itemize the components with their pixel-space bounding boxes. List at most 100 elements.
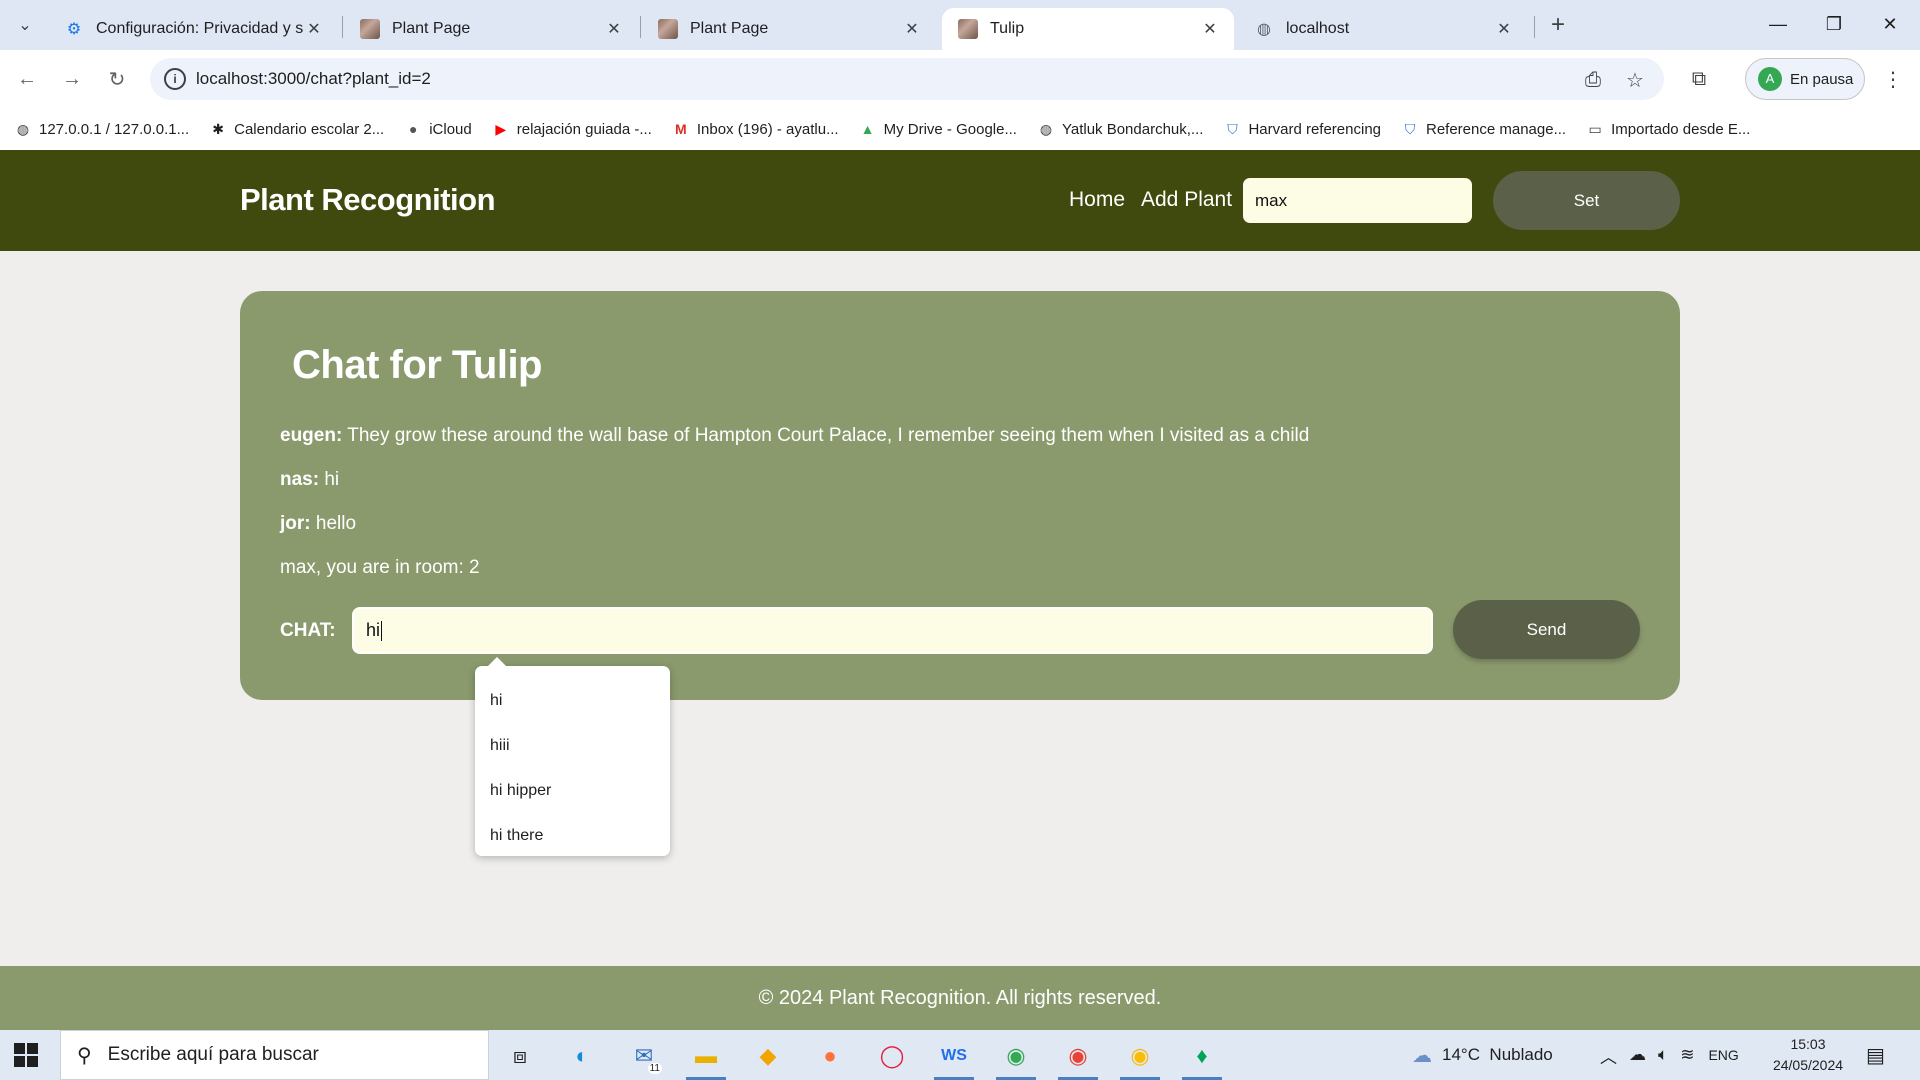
nav-link-add-plant[interactable]: Add Plant [1141,188,1232,212]
chevron-up-icon[interactable]: ︿ [1600,1043,1617,1068]
globe-icon: ◍ [1257,21,1271,38]
text-caret [381,621,383,642]
send-button[interactable]: Send [1453,600,1640,659]
chat-input-label: CHAT: [280,620,336,641]
bookmark-label: Yatluk Bondarchuk,... [1061,120,1204,138]
nav-link-home[interactable]: Home [1069,188,1125,212]
close-icon[interactable]: ✕ [604,19,624,39]
site-header: Plant Recognition Home Add Plant Set [0,150,1920,251]
message-text: hi [319,469,340,490]
chat-title: Chat for Tulip [292,343,543,387]
clock[interactable]: 15:03 24/05/2024 [1768,1034,1848,1076]
onedrive-cloud-icon[interactable]: ☁ [1629,1045,1646,1065]
avatar: A [1758,67,1782,91]
message-text: They grow these around the wall base of … [342,425,1310,446]
bookmark-item[interactable]: ✱ Calendario escolar 2... [209,120,384,138]
autocomplete-option[interactable]: hi hipper [475,768,670,813]
tab-title: Tulip [990,20,1025,37]
bookmark-item[interactable]: ● iCloud [404,120,472,138]
brand-title[interactable]: Plant Recognition [240,182,496,218]
weather-widget[interactable]: ☁ 14°C Nublado [1412,1030,1553,1080]
address-url[interactable]: localhost:3000/chat?plant_id=2 [196,69,431,89]
new-tab-plus-icon[interactable]: + [1543,10,1573,40]
bookmark-item[interactable]: M Inbox (196) - ayatlu... [672,120,839,138]
browser-tab-strip: ⌄ ⚙ Configuración: Privacidad y seg ✕ Pl… [0,0,1920,50]
window-close-icon[interactable]: ✕ [1862,0,1918,48]
profile-button[interactable]: A En pausa [1745,58,1865,100]
kebab-menu-icon[interactable]: ⋮ [1876,62,1910,96]
tab-settings[interactable]: ⚙ Configuración: Privacidad y seg ✕ [48,8,338,50]
tab-plant-page-1[interactable]: Plant Page ✕ [344,8,638,50]
notification-icon[interactable]: ▤ [1866,1030,1885,1080]
firefox-icon[interactable]: ● [804,1036,856,1076]
file-explorer-icon[interactable]: ▬ [680,1036,732,1080]
close-icon[interactable]: ✕ [304,19,324,39]
taskbar-search-box[interactable]: ⚲ Escribe aquí para buscar [60,1030,489,1080]
bookmark-item[interactable]: ▲ My Drive - Google... [859,120,1017,138]
mail-icon[interactable]: ✉ 11 [618,1036,670,1076]
edge-icon[interactable]: ◐ [556,1036,608,1076]
room-notice: max, you are in room: 2 [280,557,480,578]
profile-status: En pausa [1790,70,1854,88]
taskbar-search-placeholder: Escribe aquí para buscar [107,1044,319,1065]
chrome-icon[interactable]: ◉ [990,1036,1042,1080]
plant-image-icon [958,19,978,39]
minimize-icon[interactable]: — [1750,0,1806,48]
globe-icon: ◍ [1039,120,1053,137]
set-username-button[interactable]: Set [1493,171,1680,230]
bookmark-label: Inbox (196) - ayatlu... [696,120,839,138]
tab-title: Configuración: Privacidad y seg [96,20,304,37]
forward-arrow-icon[interactable]: → [55,62,89,96]
bookmark-item[interactable]: ▭ Importado desde E... [1586,120,1750,138]
autocomplete-option[interactable]: hi there [475,813,670,858]
username-input[interactable] [1243,178,1472,223]
task-view-icon[interactable]: ⧈ [494,1036,546,1076]
site-info-icon[interactable]: i [164,68,186,90]
install-app-icon[interactable]: ⎙ [1580,67,1606,93]
bookmark-label: relajación guiada -... [516,120,652,138]
message-author: jor: [280,513,311,534]
autocomplete-option[interactable]: hi [475,678,670,723]
close-icon[interactable]: ✕ [1494,19,1514,39]
bookmark-item[interactable]: ◍ Yatluk Bondarchuk,... [1037,120,1204,138]
close-icon[interactable]: ✕ [902,19,922,39]
speaker-icon[interactable]: 🔈︎ [1658,1045,1668,1065]
bookmark-item[interactable]: ⛉ Harvard referencing [1223,120,1381,138]
tab-title: Plant Page [392,20,471,37]
tab-search-chevron-icon[interactable]: ⌄ [10,8,40,42]
calendar-logo-icon: ✱ [212,120,224,137]
tab-tulip-active[interactable]: Tulip ✕ [942,8,1234,50]
windows-start-icon[interactable] [14,1043,38,1067]
bookmark-item[interactable]: ⛉ Reference manage... [1401,120,1566,138]
brave-icon[interactable]: ◆ [742,1036,794,1076]
clock-time: 15:03 [1790,1036,1826,1052]
tab-title: localhost [1286,20,1350,37]
bookmark-item[interactable]: ▶ relajación guiada -... [492,120,652,138]
webstorm-icon[interactable]: WS [928,1036,980,1080]
bookmark-label: Reference manage... [1426,120,1567,138]
cloud-icon: ☁ [1412,1044,1432,1067]
language-indicator[interactable]: ENG [1708,1047,1738,1063]
tab-plant-page-2[interactable]: Plant Page ✕ [642,8,936,50]
restore-icon[interactable]: ❐ [1806,0,1862,48]
chat-message-input[interactable]: hi [352,607,1433,654]
bookmark-item[interactable]: ◍ 127.0.0.1 / 127.0.0.1... [14,120,189,138]
extensions-puzzle-icon[interactable]: ⧉ [1682,62,1716,96]
clock-date: 24/05/2024 [1772,1057,1844,1073]
weather-text: 14°C Nublado [1442,1045,1553,1064]
chrome-icon[interactable]: ◉ [1052,1036,1104,1080]
bookmark-label: Importado desde E... [1611,120,1751,138]
reload-icon[interactable]: ↻ [100,62,134,96]
mongodb-icon[interactable]: ♦ [1176,1036,1228,1080]
wifi-icon[interactable]: ≋ [1680,1045,1694,1065]
back-arrow-icon[interactable]: ← [10,62,44,96]
opera-icon[interactable]: ◯ [866,1036,918,1076]
tab-localhost[interactable]: ◍ localhost ✕ [1238,8,1528,50]
autocomplete-option[interactable]: hiii [475,723,670,768]
chrome-icon[interactable]: ◉ [1114,1036,1166,1080]
message-author: eugen: [280,425,343,446]
bookmark-star-icon[interactable]: ☆ [1622,67,1648,93]
address-bar[interactable]: i localhost:3000/chat?plant_id=2 ⎙ ☆ [150,58,1664,100]
close-icon[interactable]: ✕ [1200,19,1220,39]
message-text: hello [310,513,357,534]
